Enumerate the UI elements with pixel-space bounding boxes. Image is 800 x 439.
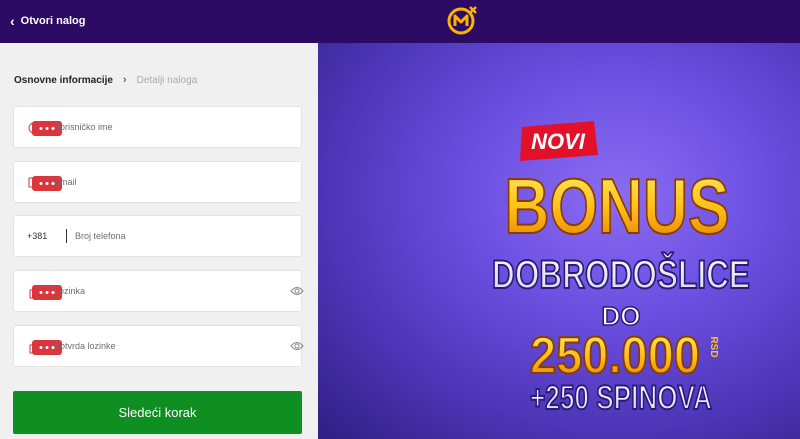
password-confirm-field[interactable]: Potvrda lozinke	[13, 325, 304, 367]
amount-text: 250.000	[530, 327, 700, 385]
spins-text: +250 SPINOVA	[530, 379, 712, 417]
text-cursor	[66, 229, 67, 243]
password-field[interactable]: Lozinka	[13, 270, 304, 312]
next-step-button[interactable]: Sledeći korak	[13, 391, 302, 434]
email-field[interactable]: Email	[13, 161, 302, 203]
step-breadcrumb: Osnovne informacije › Detalji naloga	[14, 74, 197, 86]
top-bar: ‹ Otvori nalog	[0, 0, 800, 43]
bonus-headline: BONUS	[505, 162, 730, 250]
step-current: Osnovne informacije	[14, 74, 113, 86]
email-placeholder: Email	[54, 177, 77, 187]
promo-banner[interactable]: NOVI BONUS DOBRODOŠLICE DO 250.000 RSD +…	[318, 43, 800, 439]
promo-art: NOVI BONUS DOBRODOŠLICE DO 250.000 RSD +…	[491, 121, 751, 418]
step-next: Detalji naloga	[136, 74, 198, 86]
username-placeholder: Korisničko ime	[54, 122, 113, 132]
password-confirm-placeholder: Potvrda lozinke	[54, 341, 116, 351]
username-field[interactable]: Korisničko ime	[13, 106, 302, 148]
novi-tag: NOVI	[520, 121, 598, 161]
mozzart-logo-icon[interactable]	[446, 4, 478, 36]
eye-icon[interactable]	[290, 285, 304, 297]
chevron-right-icon: ›	[122, 74, 127, 86]
back-button[interactable]: ‹ Otvori nalog	[10, 12, 85, 30]
password-placeholder: Lozinka	[54, 286, 86, 296]
currency-text: RSD	[708, 336, 719, 357]
chevron-left-icon: ‹	[10, 13, 15, 29]
novi-text: NOVI	[531, 129, 586, 154]
eye-icon[interactable]	[290, 340, 304, 352]
phone-placeholder: Broj telefona	[75, 231, 126, 241]
phone-field[interactable]: +381 Broj telefona	[13, 215, 302, 257]
back-label: Otvori nalog	[20, 15, 86, 27]
dobrodoslice-text: DOBRODOŠLICE	[492, 251, 750, 297]
phone-prefix[interactable]: +381	[27, 231, 47, 241]
